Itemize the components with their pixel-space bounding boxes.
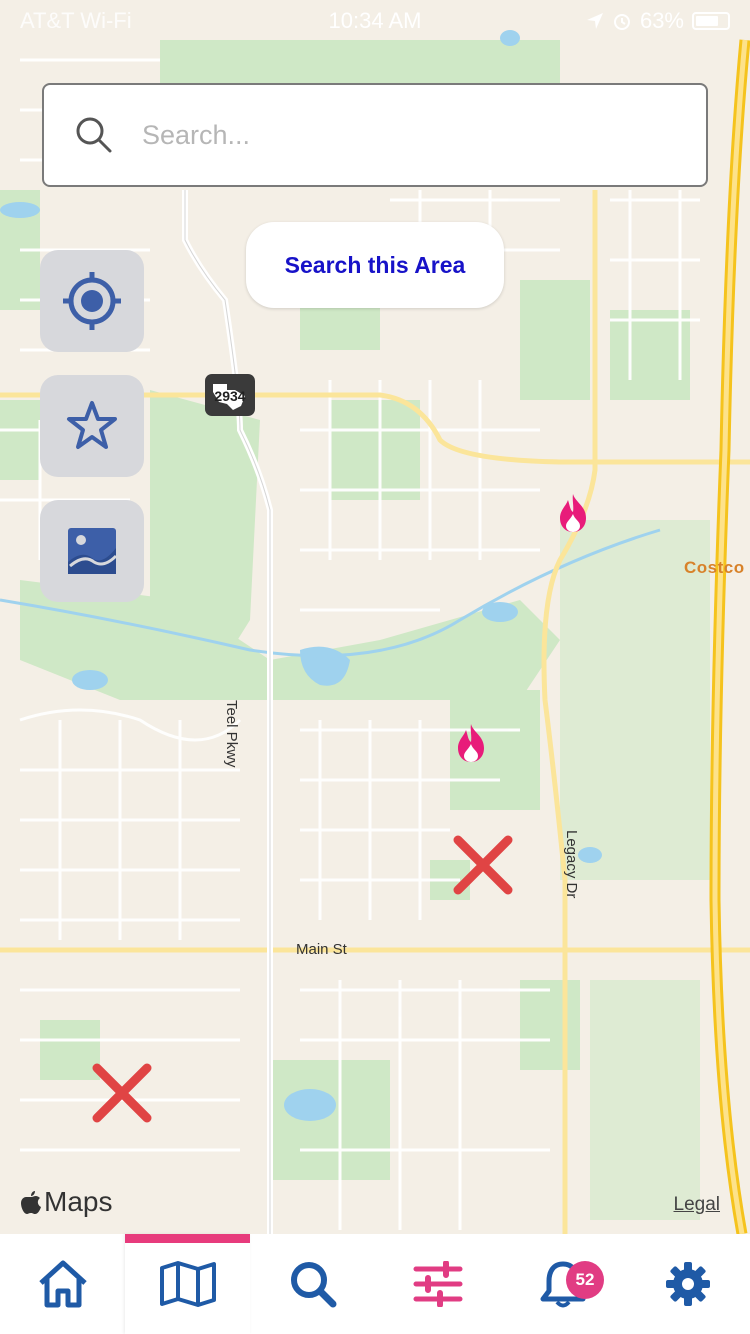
tab-bar: 52 — [0, 1234, 750, 1334]
location-arrow-icon — [586, 13, 603, 29]
gear-icon — [665, 1262, 710, 1306]
search-this-area-button[interactable]: Search this Area — [246, 222, 504, 308]
search-input[interactable] — [142, 119, 642, 151]
tab-search[interactable] — [250, 1234, 375, 1334]
highway-shield: 2934 — [205, 374, 255, 416]
locate-button[interactable] — [40, 250, 144, 352]
highway-shield-number: 2934 — [214, 388, 245, 404]
poi-label-costco: Costco — [684, 558, 745, 577]
favorites-button[interactable] — [40, 375, 144, 477]
road-label-teel: Teel Pkwy — [223, 700, 240, 768]
battery-percent: 63% — [639, 8, 684, 33]
home-icon — [38, 1260, 87, 1308]
legal-link[interactable]: Legal — [674, 1194, 721, 1216]
image-icon — [68, 528, 118, 574]
tab-map[interactable] — [125, 1234, 250, 1334]
maps-attribution: Maps — [20, 1186, 112, 1218]
battery-icon — [692, 12, 730, 30]
tab-home[interactable] — [0, 1234, 125, 1334]
apple-logo-icon — [21, 1191, 41, 1214]
map-icon — [159, 1261, 216, 1307]
search-box[interactable] — [42, 83, 708, 187]
notification-badge: 52 — [566, 1261, 604, 1299]
locate-icon — [63, 272, 121, 330]
star-icon — [67, 401, 117, 449]
search-icon — [76, 117, 112, 153]
x-icon[interactable] — [91, 1062, 153, 1124]
search-icon — [290, 1262, 336, 1308]
status-bar: AT&T Wi-Fi 10:34 AM 63% — [0, 0, 750, 40]
fire-icon[interactable] — [556, 492, 590, 534]
tab-settings[interactable] — [625, 1234, 750, 1334]
maps-label: Maps — [44, 1186, 113, 1217]
tab-notifications[interactable]: 52 — [500, 1234, 625, 1334]
road-label-main: Main St — [296, 941, 347, 958]
fire-icon[interactable] — [454, 722, 488, 764]
tab-filters[interactable] — [375, 1234, 500, 1334]
alarm-icon — [613, 14, 630, 30]
filter-icon — [413, 1261, 462, 1307]
status-right: 63% — [586, 8, 730, 34]
road-label-legacy: Legacy Dr — [563, 830, 580, 899]
photos-button[interactable] — [40, 500, 144, 602]
x-icon[interactable] — [452, 834, 514, 896]
